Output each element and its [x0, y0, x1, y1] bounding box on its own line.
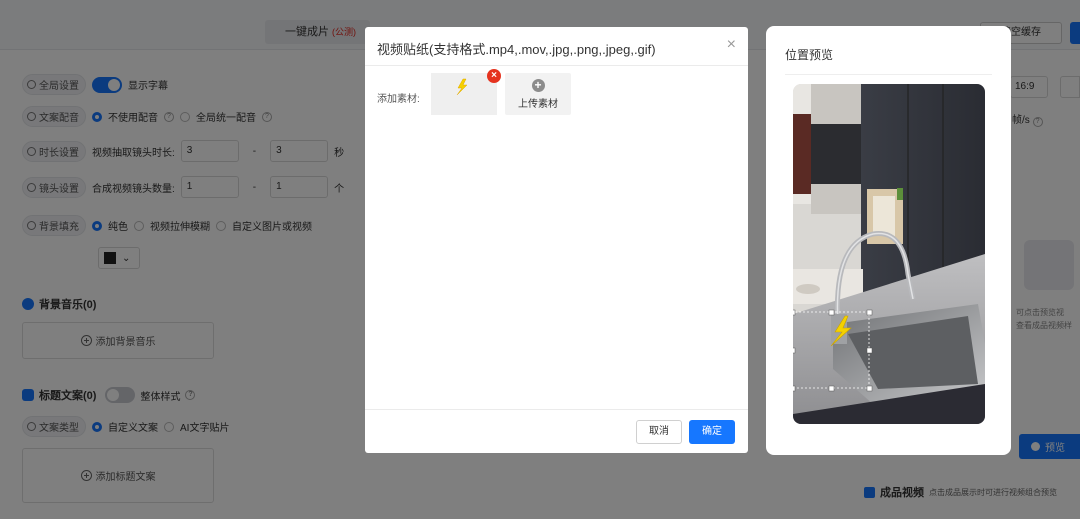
- position-preview-title: 位置预览: [785, 48, 834, 62]
- sticker-dialog: 视频贴纸(支持格式.mp4,.mov,.jpg,.png,.jpeg,.gif)…: [365, 27, 748, 453]
- divider: [785, 74, 992, 75]
- delete-icon[interactable]: ×: [487, 69, 501, 83]
- position-preview-panel: 位置预览: [766, 26, 1011, 455]
- upload-asset-button[interactable]: + 上传素材: [505, 73, 571, 115]
- upload-label: 上传素材: [518, 98, 558, 110]
- kitchen-preview-image: [793, 84, 985, 424]
- confirm-button[interactable]: 确定: [689, 420, 735, 444]
- add-asset-label: 添加素材:: [377, 94, 420, 105]
- plus-icon: +: [531, 78, 545, 92]
- dialog-header: 视频贴纸(支持格式.mp4,.mov,.jpg,.png,.jpeg,.gif)…: [365, 27, 748, 66]
- close-icon[interactable]: ×: [727, 37, 736, 53]
- dialog-title: 视频贴纸(支持格式.mp4,.mov,.jpg,.png,.jpeg,.gif): [377, 42, 656, 57]
- cancel-button[interactable]: 取消: [636, 420, 682, 444]
- preview-frame: [793, 84, 985, 424]
- dialog-footer: 取消 确定: [365, 409, 748, 453]
- sticker-thumbnail[interactable]: ×: [431, 69, 501, 115]
- asset-row: 添加素材: × + 上传素材: [377, 69, 571, 115]
